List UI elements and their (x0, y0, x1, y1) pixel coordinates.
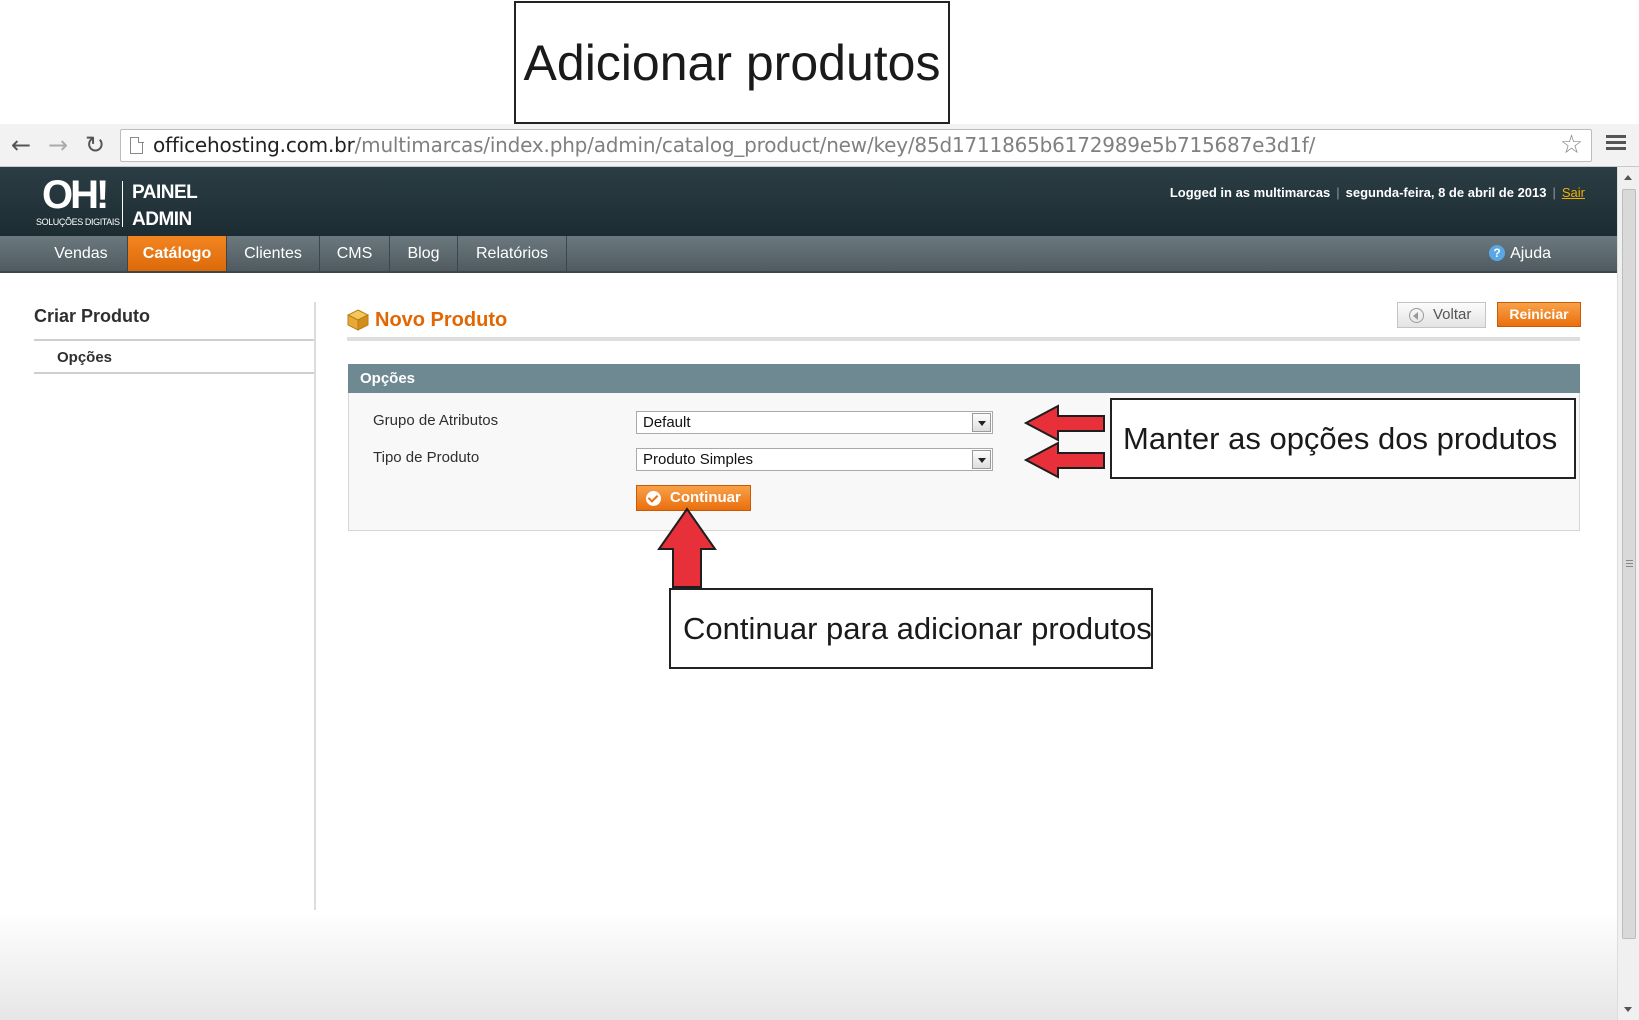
main-nav: Vendas Catálogo Clientes CMS Blog Relató… (0, 236, 1617, 273)
sidebar-border (314, 302, 316, 910)
page-footer (0, 910, 1617, 1020)
page-icon (130, 136, 144, 154)
scroll-thumb[interactable] (1622, 189, 1636, 939)
hamburger-menu-icon[interactable] (1604, 132, 1628, 158)
url-path: /multimarcas/index.php/admin/catalog_pro… (354, 133, 1316, 157)
sidebar-title: Criar Produto (34, 306, 151, 326)
help-label: Ajuda (1510, 245, 1551, 262)
help-link[interactable]: ? Ajuda (1489, 236, 1551, 271)
annotation-continue-note: Continuar para adicionar produtos (669, 588, 1153, 669)
logo[interactable]: OH! SOLUÇÕES DIGITAIS PAINEL ADMIN (36, 173, 198, 231)
back-arrow-icon[interactable]: ← (8, 132, 34, 158)
url-host: officehosting.com.br (153, 133, 355, 157)
title-underline (347, 337, 1580, 341)
sidebar-divider (34, 339, 315, 341)
product-box-icon (347, 309, 369, 331)
chevron-down-icon[interactable] (972, 450, 991, 469)
forward-arrow-icon[interactable]: → (45, 132, 71, 158)
sidebar-item-opcoes[interactable]: Opções (57, 349, 112, 366)
product-type-select[interactable]: Produto Simples (636, 448, 993, 471)
logo-mark: OH! (42, 173, 109, 217)
back-button[interactable]: Voltar (1397, 302, 1486, 328)
scroll-down-icon[interactable] (1624, 1007, 1632, 1012)
chevron-down-icon[interactable] (972, 413, 991, 432)
admin-header: OH! SOLUÇÕES DIGITAIS PAINEL ADMIN Logge… (0, 167, 1617, 236)
reset-button[interactable]: Reiniciar (1497, 302, 1581, 327)
attribute-set-label: Grupo de Atributos (373, 412, 499, 429)
back-arrow-icon (1409, 308, 1424, 323)
annotation-arrow-up (657, 507, 717, 588)
grip-icon (1626, 560, 1633, 569)
nav-item-relatorios[interactable]: Relatórios (458, 236, 567, 271)
logo-divider (122, 181, 123, 227)
page-title: Novo Produto (375, 309, 508, 331)
header-user-info: Logged in as multimarcas | segunda-feira, … (1170, 185, 1585, 200)
attribute-set-select[interactable]: Default (636, 411, 993, 434)
logo-subtitle: SOLUÇÕES DIGITAIS (36, 217, 120, 227)
logo-line-1: PAINEL (132, 182, 198, 203)
annotation-title: Adicionar produtos (514, 1, 950, 124)
nav-item-cms[interactable]: CMS (320, 236, 390, 271)
nav-item-vendas[interactable]: Vendas (35, 236, 128, 271)
fieldset-header: Opções (348, 364, 1580, 393)
logout-link[interactable]: Sair (1562, 185, 1585, 200)
nav-item-blog[interactable]: Blog (390, 236, 458, 271)
address-bar[interactable]: officehosting.com.br/multimarcas/index.p… (120, 129, 1592, 162)
continue-button-label: Continuar (670, 489, 741, 506)
reload-icon[interactable]: ↻ (82, 132, 108, 158)
logged-in-text: Logged in as multimarcas (1169, 185, 1331, 200)
logo-line-2: ADMIN (132, 209, 192, 230)
browser-toolbar: ← → ↻ officehosting.com.br/multimarcas/i… (0, 124, 1639, 167)
check-icon (646, 491, 661, 506)
product-type-label: Tipo de Produto (373, 449, 480, 466)
vertical-scrollbar[interactable] (1617, 167, 1639, 1020)
separator: | (1336, 185, 1340, 200)
annotation-options-note: Manter as opções dos produtos (1110, 398, 1576, 479)
nav-item-clientes[interactable]: Clientes (227, 236, 320, 271)
annotation-arrows (1024, 404, 1105, 479)
nav-item-catalogo[interactable]: Catálogo (128, 236, 227, 271)
back-button-label: Voltar (1433, 306, 1472, 323)
attribute-set-value: Default (643, 414, 691, 431)
bookmark-star-icon[interactable]: ☆ (1560, 130, 1583, 161)
scroll-up-icon[interactable] (1624, 175, 1632, 180)
separator: | (1552, 185, 1556, 200)
sidebar-divider (34, 372, 315, 374)
header-date: segunda-feira, 8 de abril de 2013 (1345, 185, 1547, 200)
help-icon: ? (1489, 245, 1506, 261)
product-type-value: Produto Simples (643, 451, 754, 468)
